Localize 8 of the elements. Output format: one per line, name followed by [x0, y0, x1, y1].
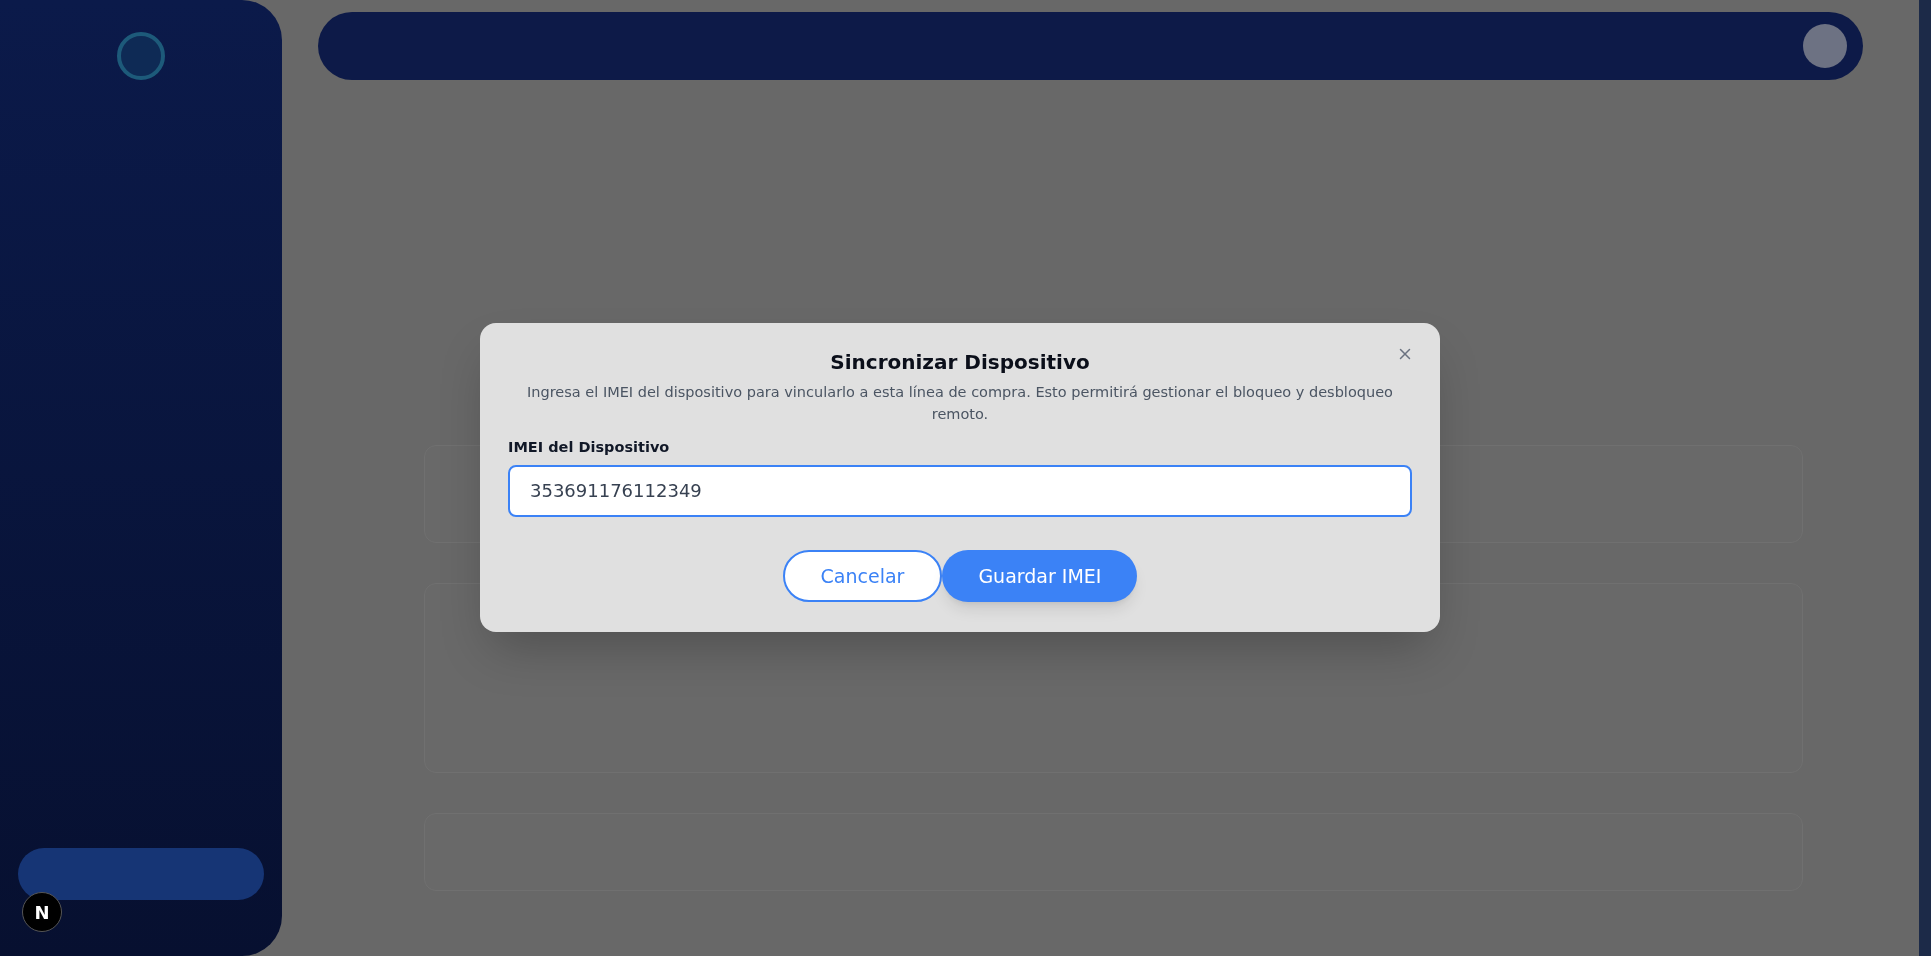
field-label: IMEI del Dispositivo: [508, 438, 671, 457]
logo-icon: [117, 32, 165, 80]
dialog-description: Ingresa el IMEI del dispositivo para vincularlo a esta línea de compra. Esto permitirá gestionar el bloqueo y desbloqueo remoto.: [526, 383, 1394, 424]
avatar-icon[interactable]: [1803, 24, 1847, 68]
save-button[interactable]: Guardar IMEI: [942, 549, 1138, 602]
dialog-title: Sincronizar Dispositivo: [830, 349, 1090, 376]
imei-input[interactable]: 353691176112349: [508, 464, 1412, 517]
cancel-button[interactable]: Cancelar: [782, 549, 943, 602]
